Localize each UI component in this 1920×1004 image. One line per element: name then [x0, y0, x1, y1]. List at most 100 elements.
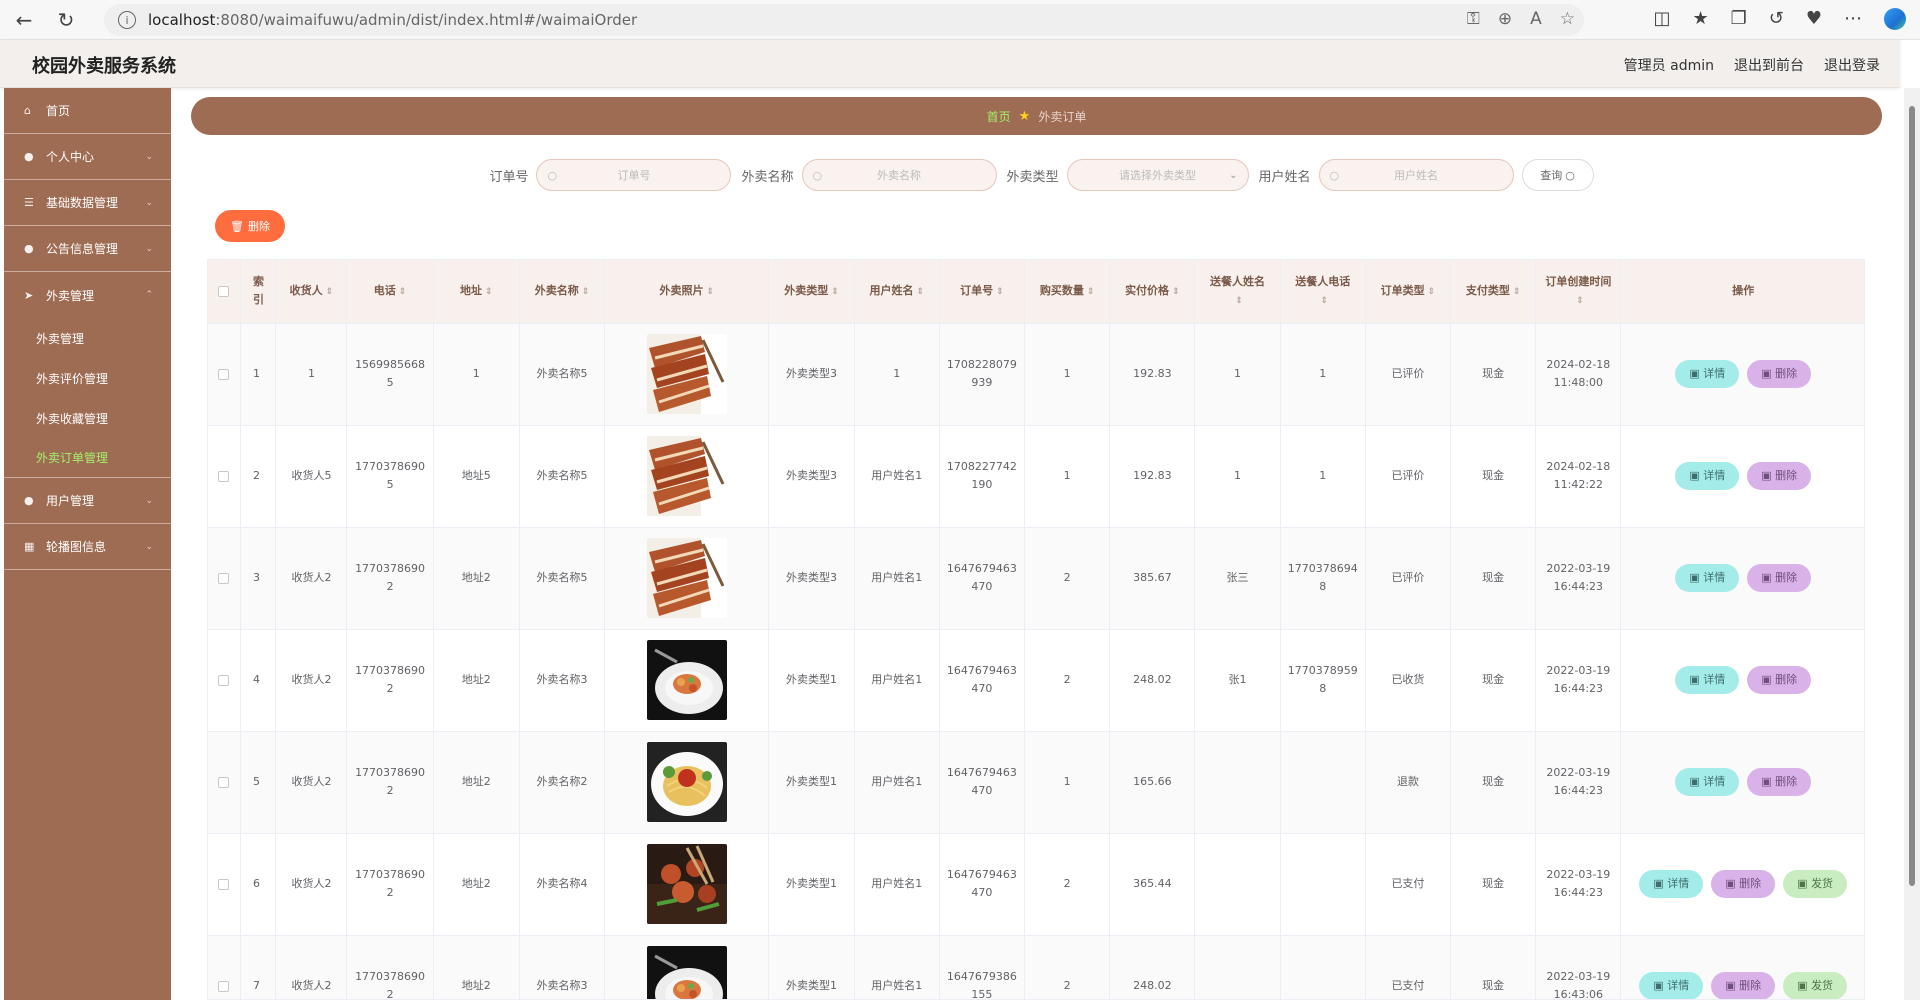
- order-no-input[interactable]: ○ 订单号: [536, 159, 732, 191]
- column-header[interactable]: 支付类型 ⇕: [1450, 260, 1537, 324]
- sidebar-item-home[interactable]: ⌂ 首页: [4, 88, 171, 134]
- back-icon[interactable]: ←: [6, 2, 42, 38]
- sidebar-sub-food-review[interactable]: 外卖评价管理: [4, 358, 171, 398]
- refresh-icon[interactable]: ↻: [48, 2, 84, 38]
- sidebar-sub-food-order[interactable]: 外卖订单管理: [4, 438, 171, 478]
- sort-icon[interactable]: ⇕: [485, 287, 493, 297]
- page-scrollbar[interactable]: [1904, 88, 1920, 1000]
- sort-icon[interactable]: ⇕: [706, 287, 714, 297]
- logout-link[interactable]: 退出登录: [1824, 55, 1880, 75]
- sidebar-sub-food-favorite[interactable]: 外卖收藏管理: [4, 398, 171, 438]
- favorite-star-icon[interactable]: ☆: [1560, 9, 1575, 29]
- sort-icon[interactable]: ⇕: [1087, 287, 1095, 297]
- checkbox[interactable]: [218, 572, 230, 584]
- batch-delete-button[interactable]: 🗑 删除: [215, 210, 285, 242]
- detail-button[interactable]: ▣ 详情: [1675, 360, 1740, 388]
- sidebar-item-basic-data[interactable]: ☰ 基础数据管理 ⌄: [4, 180, 171, 226]
- column-header[interactable]: 订单号 ⇕: [939, 260, 1026, 324]
- sort-icon[interactable]: ⇕: [996, 287, 1004, 297]
- column-header[interactable]: 外卖名称 ⇕: [519, 260, 606, 324]
- delete-button[interactable]: ▣ 删除: [1747, 462, 1812, 490]
- favorites-icon[interactable]: ★: [1692, 8, 1708, 30]
- row-checkbox-cell[interactable]: [208, 731, 241, 834]
- split-screen-icon[interactable]: ◫: [1653, 8, 1670, 30]
- detail-button[interactable]: ▣ 详情: [1639, 870, 1704, 898]
- sort-icon[interactable]: ⇕: [582, 287, 590, 297]
- column-header[interactable]: 送餐人电话 ⇕: [1280, 260, 1366, 324]
- sort-icon[interactable]: ⇕: [326, 287, 334, 297]
- sort-icon[interactable]: ⇕: [1428, 287, 1436, 297]
- key-icon[interactable]: ⚿: [1467, 9, 1480, 29]
- sidebar-sub-food[interactable]: 外卖管理: [4, 318, 171, 358]
- checkbox[interactable]: [218, 470, 230, 482]
- zoom-icon[interactable]: ⊕: [1498, 9, 1512, 29]
- address-bar[interactable]: i localhost:8080/waimaifuwu/admin/dist/i…: [104, 4, 1584, 36]
- column-header[interactable]: 订单类型 ⇕: [1365, 260, 1452, 324]
- checkbox[interactable]: [218, 368, 230, 380]
- breadcrumb-home[interactable]: 首页: [987, 108, 1011, 125]
- checkbox[interactable]: [218, 878, 230, 890]
- detail-button[interactable]: ▣ 详情: [1675, 768, 1740, 796]
- ship-button[interactable]: ▣ 发货: [1783, 870, 1848, 898]
- row-checkbox-cell[interactable]: [208, 323, 241, 426]
- user-name-input[interactable]: ○ 用户姓名: [1318, 159, 1514, 191]
- performance-icon[interactable]: ♥: [1806, 8, 1822, 30]
- delete-button[interactable]: ▣ 删除: [1711, 972, 1776, 999]
- delete-button[interactable]: ▣ 删除: [1747, 666, 1812, 694]
- column-header[interactable]: 外卖类型 ⇕: [768, 260, 855, 324]
- column-header[interactable]: 购买数量 ⇕: [1024, 260, 1111, 324]
- history-icon[interactable]: ↺: [1769, 8, 1784, 30]
- edge-copilot-icon[interactable]: [1884, 8, 1906, 30]
- food-type-select[interactable]: 请选择外卖类型 ⌄: [1066, 159, 1249, 191]
- sidebar-item-notice[interactable]: ● 公告信息管理 ⌄: [4, 226, 171, 272]
- sort-icon[interactable]: ⇕: [399, 287, 407, 297]
- column-header[interactable]: 收货人 ⇕: [275, 260, 348, 324]
- sort-icon[interactable]: ⇕: [916, 287, 924, 297]
- sort-icon[interactable]: ⇕: [1576, 296, 1584, 306]
- column-header[interactable]: 电话 ⇕: [346, 260, 434, 324]
- sort-icon[interactable]: ⇕: [1513, 287, 1521, 297]
- detail-button[interactable]: ▣ 详情: [1675, 666, 1740, 694]
- sort-icon[interactable]: ⇕: [831, 287, 839, 297]
- detail-button[interactable]: ▣ 详情: [1675, 564, 1740, 592]
- row-checkbox-cell[interactable]: [208, 629, 241, 732]
- column-header[interactable]: 实付价格 ⇕: [1109, 260, 1196, 324]
- back-to-front-link[interactable]: 退出到前台: [1734, 55, 1804, 75]
- row-checkbox-cell[interactable]: [208, 935, 241, 999]
- column-header[interactable]: 地址 ⇕: [433, 260, 520, 324]
- sidebar-item-users[interactable]: ● 用户管理 ⌄: [4, 478, 171, 524]
- column-header[interactable]: 送餐人姓名 ⇕: [1194, 260, 1281, 324]
- sidebar-item-carousel[interactable]: ▦ 轮播图信息 ⌄: [4, 524, 171, 570]
- delete-button[interactable]: ▣ 删除: [1747, 360, 1812, 388]
- column-header[interactable]: 用户姓名 ⇕: [854, 260, 940, 324]
- column-header[interactable]: 外卖照片 ⇕: [604, 260, 770, 324]
- row-checkbox-cell[interactable]: [208, 527, 241, 630]
- delete-button[interactable]: ▣ 删除: [1747, 768, 1812, 796]
- query-button[interactable]: 查询 ○: [1521, 159, 1594, 191]
- ship-button[interactable]: ▣ 发货: [1783, 972, 1848, 999]
- collections-icon[interactable]: ❐: [1731, 8, 1747, 30]
- sidebar-item-food[interactable]: ➤ 外卖管理 ⌃: [4, 272, 171, 318]
- info-icon[interactable]: i: [118, 11, 136, 29]
- food-name-input[interactable]: ○ 外卖名称: [801, 159, 997, 191]
- sort-icon[interactable]: ⇕: [1172, 287, 1180, 297]
- checkbox[interactable]: [218, 674, 230, 686]
- sort-icon[interactable]: ⇕: [1320, 296, 1328, 306]
- more-icon[interactable]: ⋯: [1844, 8, 1862, 30]
- read-aloud-icon[interactable]: A: [1530, 9, 1542, 29]
- delete-button[interactable]: ▣ 删除: [1747, 564, 1812, 592]
- cell-phone: 1770378690 2: [346, 935, 434, 999]
- select-all-checkbox[interactable]: [208, 260, 241, 324]
- column-header[interactable]: 订单创建时间 ⇕: [1535, 260, 1622, 324]
- detail-button[interactable]: ▣ 详情: [1639, 972, 1704, 999]
- row-checkbox-cell[interactable]: [208, 833, 241, 936]
- delete-button[interactable]: ▣ 删除: [1711, 870, 1776, 898]
- checkbox[interactable]: [218, 285, 230, 297]
- row-checkbox-cell[interactable]: [208, 425, 241, 528]
- detail-button[interactable]: ▣ 详情: [1675, 462, 1740, 490]
- scrollbar-thumb[interactable]: [1909, 106, 1915, 886]
- checkbox[interactable]: [218, 980, 230, 992]
- sidebar-item-profile[interactable]: ● 个人中心 ⌄: [4, 134, 171, 180]
- checkbox[interactable]: [218, 776, 230, 788]
- sort-icon[interactable]: ⇕: [1235, 296, 1243, 306]
